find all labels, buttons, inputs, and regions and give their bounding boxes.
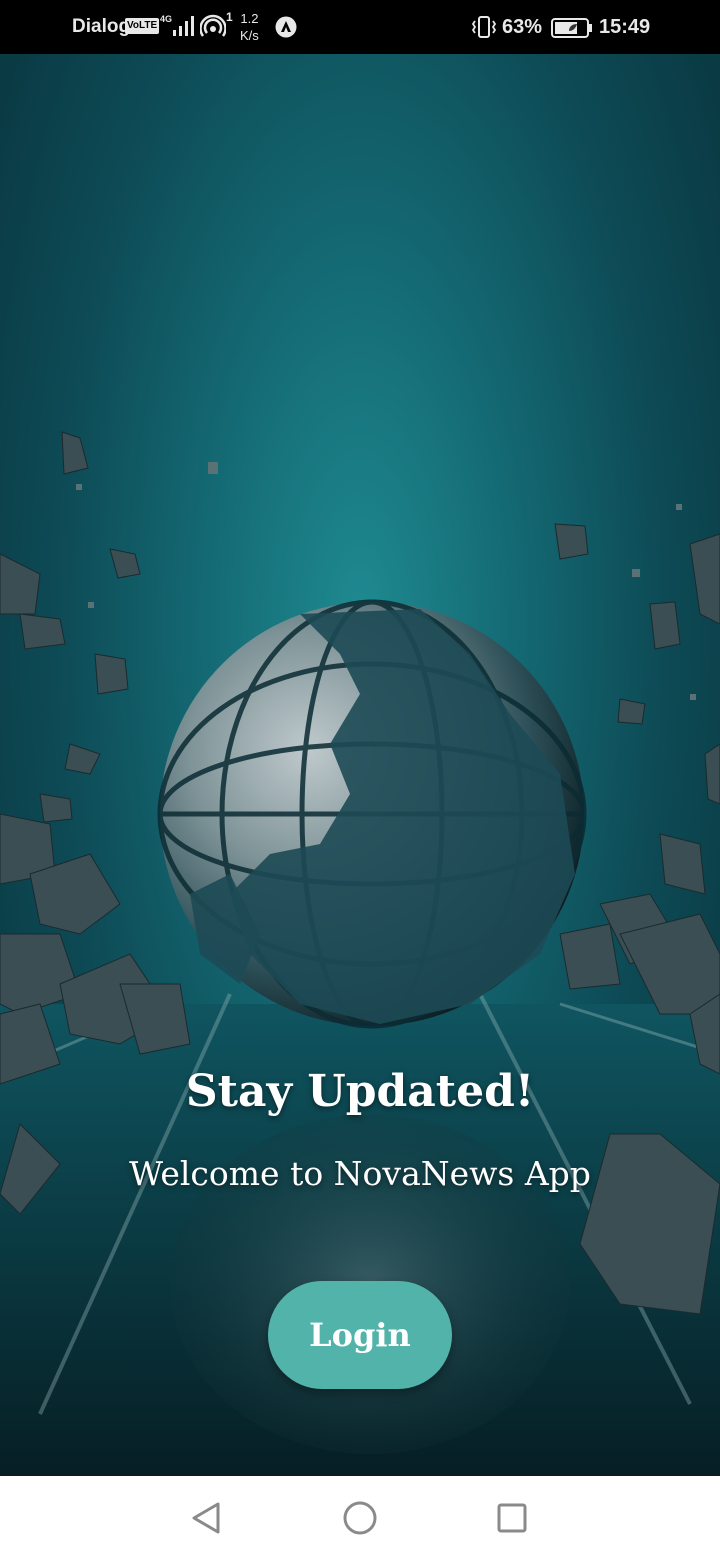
- headline: Stay Updated!: [185, 1066, 535, 1117]
- home-icon[interactable]: [340, 1498, 380, 1538]
- network-type: 4G: [160, 14, 173, 24]
- navigation-bar: [0, 1476, 720, 1560]
- hotspot-icon: [200, 14, 226, 37]
- battery-percent: 63%: [502, 16, 543, 38]
- battery-icon: [551, 18, 592, 38]
- clock: 15:49: [599, 16, 651, 38]
- welcome-subtitle: Welcome to NovaNews App: [129, 1154, 591, 1193]
- volte-badge: VoLTE: [125, 18, 160, 34]
- hotspot-count: 1: [226, 10, 233, 24]
- login-button[interactable]: Login: [268, 1281, 452, 1389]
- status-bar: Dialog VoLTE 4G 1 1.2 K/s 63% 15:49: [0, 0, 720, 54]
- network-speed: 1.2 K/s: [240, 10, 259, 44]
- speed-unit: K/s: [240, 28, 259, 43]
- vibrate-icon: [471, 16, 497, 38]
- welcome-screen: Dialog VoLTE 4G 1 1.2 K/s 63% 15:49 Stay…: [0, 0, 720, 1560]
- recents-icon[interactable]: [492, 1498, 532, 1538]
- notification-app-icon: [275, 16, 297, 38]
- signal-icon: [173, 16, 194, 36]
- hero-background: Stay Updated! Welcome to NovaNews App Lo…: [0, 54, 720, 1476]
- speed-value: 1.2: [240, 11, 259, 26]
- back-icon[interactable]: [186, 1498, 226, 1538]
- globe-illustration: [0, 431, 720, 1476]
- carrier-name: Dialog: [72, 16, 131, 37]
